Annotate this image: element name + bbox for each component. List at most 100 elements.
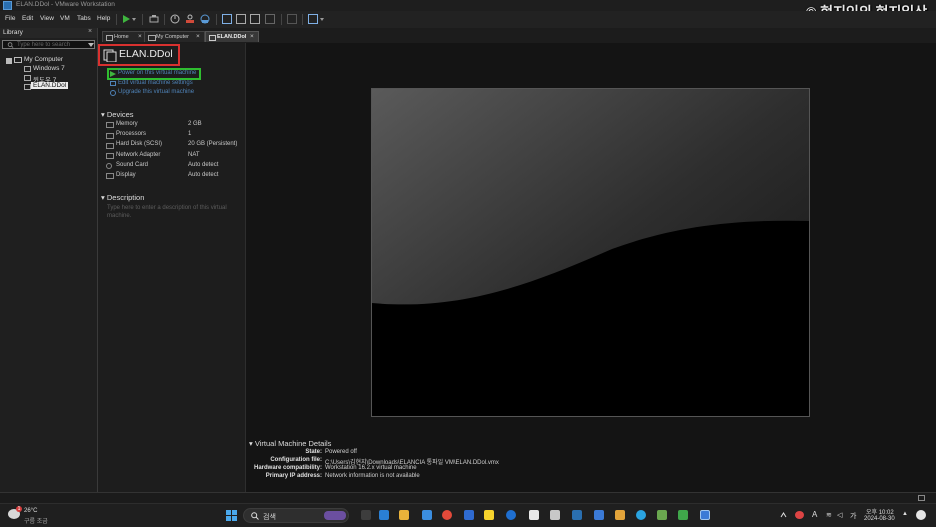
detail-key: Hardware compatibility: [253, 465, 322, 471]
vm-summary-pane: ELAN.DDol Power on this virtual machine … [98, 43, 246, 492]
app-icon-orange[interactable] [615, 510, 625, 520]
store-icon[interactable] [422, 510, 432, 520]
notification-bell-icon[interactable]: ▲ [902, 511, 908, 517]
device-name[interactable]: Processors [116, 131, 146, 137]
device-name[interactable]: Memory [116, 121, 138, 127]
tab-my-computer[interactable]: My Computer × [144, 31, 205, 42]
computer-icon [148, 35, 156, 41]
tree-item-windows7[interactable]: Windows 7 [33, 65, 65, 72]
app-icon-navy[interactable] [572, 510, 582, 520]
vm-title: ELAN.DDol [119, 48, 173, 60]
menu-view[interactable]: View [40, 15, 54, 22]
snapshot-icon[interactable] [170, 14, 180, 24]
library-title: Library [3, 29, 23, 36]
full-screen-icon[interactable] [250, 14, 260, 24]
clock-time[interactable]: 오후 10:02 [866, 507, 894, 516]
tree-collapse-icon[interactable] [6, 58, 12, 64]
power-on-link[interactable]: Power on this virtual machine [118, 70, 196, 76]
vm-icon [24, 66, 31, 72]
tab-elan-ddol[interactable]: ELAN.DDol × [205, 31, 259, 42]
detail-key: Configuration file: [270, 457, 322, 463]
wifi-icon[interactable]: ≋ [826, 511, 832, 519]
notepad-icon[interactable] [529, 510, 539, 520]
app-icon-green[interactable] [678, 510, 688, 520]
play-icon[interactable] [121, 14, 131, 24]
device-name[interactable]: Sound Card [116, 162, 148, 168]
settings-icon [110, 81, 116, 86]
tree-my-computer[interactable]: My Computer [24, 56, 63, 63]
vmware-taskbar-icon[interactable] [700, 510, 710, 520]
task-view-icon[interactable] [361, 510, 371, 520]
windows-start-icon[interactable] [226, 510, 237, 521]
play-icon[interactable] [110, 71, 116, 77]
processor-icon [106, 133, 114, 139]
vm-screen-thumbnail[interactable] [371, 88, 810, 417]
home-icon [106, 35, 113, 41]
tree-item-elan-ddol[interactable]: ELAN.DDol [31, 82, 69, 89]
telegram-icon[interactable] [636, 510, 646, 520]
device-name[interactable]: Display [116, 172, 136, 178]
toolbar-separator [116, 14, 117, 25]
ime-indicator[interactable]: A [812, 510, 817, 519]
search-icon [251, 512, 259, 520]
tab-close-icon[interactable]: × [196, 33, 200, 40]
description-placeholder[interactable]: Type here to enter a description of this… [107, 204, 237, 220]
chevron-down-icon[interactable] [131, 14, 137, 24]
snapshot-manager-icon[interactable] [200, 14, 210, 24]
app-icon-square[interactable] [594, 510, 604, 520]
unity-icon[interactable] [265, 14, 275, 24]
device-name[interactable]: Network Adapter [116, 152, 160, 158]
menu-tabs[interactable]: Tabs [77, 15, 91, 22]
copilot-icon[interactable] [916, 510, 926, 520]
device-value: NAT [188, 152, 200, 158]
edge-icon[interactable] [506, 510, 516, 520]
stretch-guest-icon[interactable] [308, 14, 318, 24]
library-search-input[interactable]: Type here to search [2, 40, 95, 49]
library-header: Library × [0, 28, 97, 38]
menu-edit[interactable]: Edit [22, 15, 33, 22]
ime-language-indicator[interactable]: 가 [850, 511, 856, 521]
library-search-placeholder: Type here to search [17, 42, 71, 48]
search-icon [7, 42, 14, 48]
menu-help[interactable]: Help [97, 15, 110, 22]
vm-preview-area: ▾ Virtual Machine Details State: Powered… [246, 43, 936, 492]
menu-bar: File Edit View VM Tabs Help [0, 11, 936, 29]
vm-details-heading[interactable]: ▾ Virtual Machine Details [249, 439, 331, 448]
tray-app-icon[interactable] [795, 511, 804, 519]
revert-snapshot-icon[interactable] [185, 14, 195, 24]
search-highlight-icon [324, 511, 346, 520]
show-thumbnail-icon[interactable] [236, 14, 246, 24]
weather-desc: 구름 조금 [24, 519, 48, 525]
show-library-icon[interactable] [222, 14, 232, 24]
menu-file[interactable]: File [5, 15, 15, 22]
console-view-icon[interactable] [287, 14, 297, 24]
tab-close-icon[interactable]: × [138, 33, 142, 40]
app-icon-blue[interactable] [464, 510, 474, 520]
taskbar-search[interactable]: 검색 [243, 508, 349, 523]
toolbar-separator [281, 14, 282, 25]
clock-date[interactable]: 2024-08-30 [864, 516, 895, 522]
upgrade-link[interactable]: Upgrade this virtual machine [118, 89, 194, 95]
chevron-down-icon[interactable] [319, 14, 325, 24]
tab-home[interactable]: Home × [102, 31, 146, 42]
send-keys-icon[interactable] [149, 14, 159, 24]
tab-close-icon[interactable]: × [250, 33, 254, 40]
edit-settings-link[interactable]: Edit virtual machine settings [118, 80, 193, 86]
kakaotalk-icon[interactable] [484, 510, 494, 520]
menu-vm[interactable]: VM [60, 15, 70, 22]
message-log-icon[interactable] [918, 495, 925, 501]
library-close-icon[interactable]: × [88, 28, 92, 35]
chevron-up-icon[interactable] [780, 512, 787, 518]
vmware-app-icon[interactable] [3, 1, 12, 10]
widgets-icon[interactable] [379, 510, 389, 520]
vm-icon [24, 84, 31, 90]
document-icon[interactable] [550, 510, 560, 520]
game-launcher-icon[interactable] [657, 510, 667, 520]
chevron-down-icon[interactable] [88, 42, 94, 48]
volume-icon[interactable]: ◁ [837, 511, 842, 519]
devices-heading[interactable]: ▾ Devices [101, 110, 134, 119]
device-name[interactable]: Hard Disk (SCSI) [116, 141, 162, 147]
file-explorer-icon[interactable] [399, 510, 409, 520]
description-heading[interactable]: ▾ Description [101, 193, 144, 202]
chrome-icon[interactable] [442, 510, 452, 520]
